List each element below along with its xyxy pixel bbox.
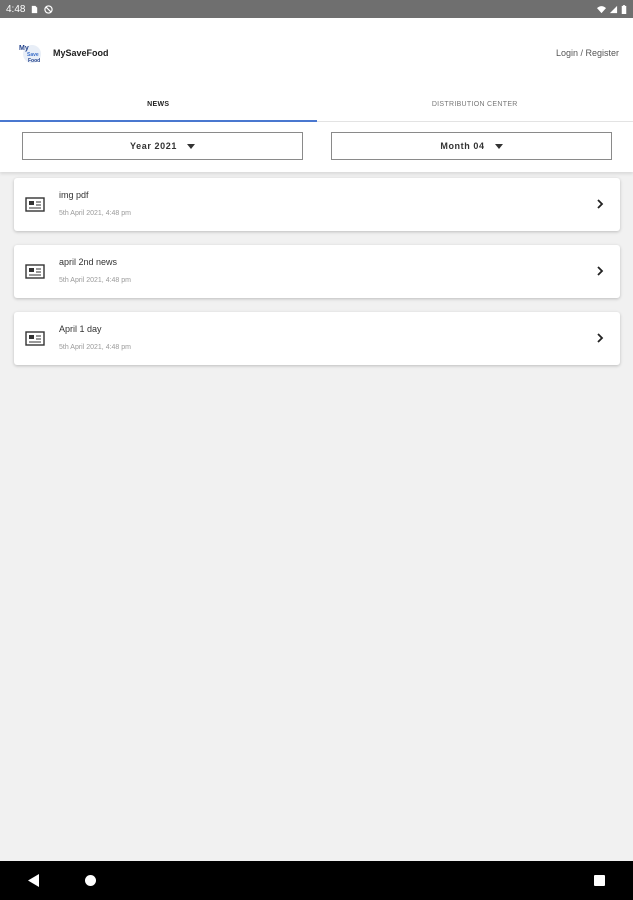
filter-bar: Year 2021 Month 04 <box>0 122 633 172</box>
month-select[interactable]: Month 04 <box>331 132 612 160</box>
signal-icon <box>609 5 618 13</box>
home-icon[interactable] <box>85 875 96 886</box>
news-date: 5th April 2021, 4:48 pm <box>59 210 131 217</box>
news-item[interactable]: april 2nd news 5th April 2021, 4:48 pm <box>14 245 620 298</box>
status-time: 4:48 <box>6 3 26 15</box>
recents-icon[interactable] <box>594 875 605 886</box>
status-left: 4:48 <box>6 3 54 15</box>
svg-text:Food: Food <box>28 58 40 64</box>
chevron-right-icon <box>597 266 604 276</box>
tab-bar: NEWS DISTRIBUTION CENTER <box>0 88 633 122</box>
back-icon[interactable] <box>28 874 40 887</box>
news-list: img pdf 5th April 2021, 4:48 pm april 2n… <box>14 178 620 379</box>
chevron-right-icon <box>597 333 604 343</box>
newspaper-icon <box>25 197 45 212</box>
status-right <box>597 4 627 14</box>
tab-distribution-center[interactable]: DISTRIBUTION CENTER <box>317 88 633 121</box>
mysavefood-logo: My Save Food <box>19 45 41 64</box>
news-item[interactable]: April 1 day 5th April 2021, 4:48 pm <box>14 312 620 365</box>
login-register-link[interactable]: Login / Register <box>556 48 619 58</box>
no-sync-icon <box>44 4 54 14</box>
svg-text:My: My <box>19 45 29 52</box>
news-item[interactable]: img pdf 5th April 2021, 4:48 pm <box>14 178 620 231</box>
chevron-right-icon <box>597 199 604 209</box>
news-title: april 2nd news <box>59 257 118 267</box>
caret-down-icon <box>494 143 503 149</box>
status-bar: 4:48 <box>0 0 633 18</box>
newspaper-icon <box>25 331 45 346</box>
system-nav-bar <box>0 861 633 900</box>
app-title: MySaveFood <box>53 48 109 58</box>
year-select-label: Year 2021 <box>130 141 177 151</box>
month-select-label: Month 04 <box>440 141 485 151</box>
news-title: April 1 day <box>59 324 102 334</box>
wifi-icon <box>597 5 606 13</box>
sim-card-icon <box>32 5 38 13</box>
app-header: My Save Food MySaveFood Login / Register <box>0 18 633 88</box>
news-date: 5th April 2021, 4:48 pm <box>59 344 131 351</box>
news-date: 5th April 2021, 4:48 pm <box>59 277 131 284</box>
tab-news[interactable]: NEWS <box>0 88 317 122</box>
year-select[interactable]: Year 2021 <box>22 132 303 160</box>
newspaper-icon <box>25 264 45 279</box>
battery-icon <box>621 4 627 14</box>
news-title: img pdf <box>59 190 89 200</box>
caret-down-icon <box>186 143 195 149</box>
